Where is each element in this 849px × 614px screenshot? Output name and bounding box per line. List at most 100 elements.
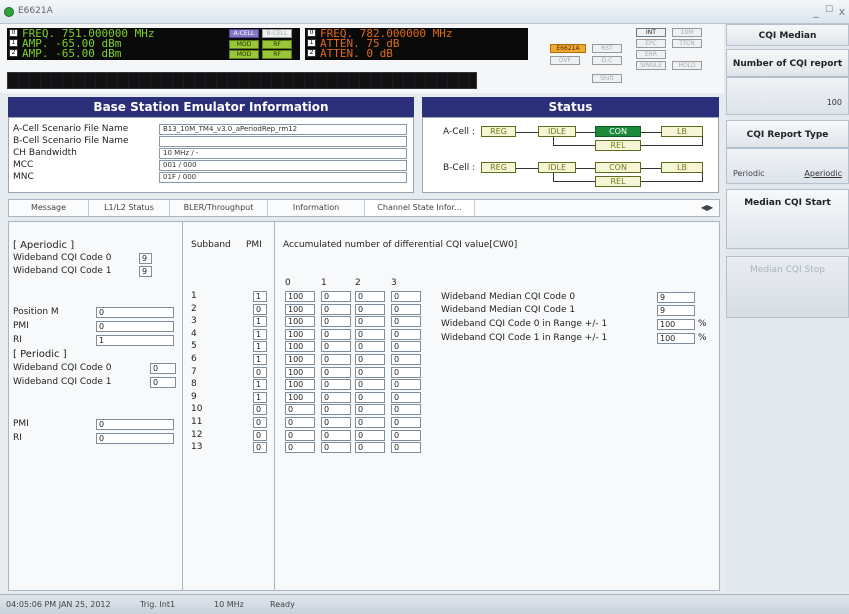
- subband-number: 9: [191, 392, 197, 402]
- tab-l1l2-status[interactable]: L1/L2 Status: [89, 200, 170, 216]
- rf-button-1[interactable]: RF: [262, 40, 292, 49]
- accum-cell: 0: [285, 442, 315, 453]
- a-cell-status-label: A-Cell :: [443, 127, 475, 137]
- accum-cell: 0: [391, 404, 421, 415]
- aperiodic-wb1-value: 9: [139, 266, 152, 277]
- periodic-wb0-label: Wideband CQI Code 0: [13, 363, 112, 373]
- num-cqi-report-value: 100: [826, 98, 842, 107]
- tab-bar: Message L1/L2 Status BLER/Throughput Inf…: [8, 199, 720, 217]
- subband-number: 12: [191, 430, 203, 440]
- accum-cell: 0: [321, 316, 351, 327]
- a-cell-rel-state: REL: [595, 140, 641, 151]
- subband-column: Subband PMI 1 1 2 0 3 1 4 1 5 1 6 1 7 0 8 1 9 1 10 0 11 0 12 0 1…: [187, 222, 275, 590]
- mod-button-1[interactable]: MOD: [229, 40, 259, 49]
- b-scenario-label: B-Cell Scenario File Name: [13, 136, 129, 146]
- accum-cell: 0: [321, 329, 351, 340]
- median-cqi-start-button[interactable]: Median CQI Start: [726, 189, 849, 249]
- channel-2-indicator: 2: [9, 49, 18, 57]
- cqi-report-type-button[interactable]: CQI Report Type: [726, 120, 849, 148]
- a-scenario-field[interactable]: B13_10M_TM4_v3.0_aPeriodRep_rm12: [159, 124, 407, 135]
- a-cell-reg-state: REG: [481, 126, 516, 137]
- mnc-field[interactable]: 01F / 000: [159, 172, 407, 183]
- accum-cell: 100: [285, 329, 315, 340]
- bandwidth-label: CH Bandwidth: [13, 148, 77, 158]
- report-type-aperiodic[interactable]: Aperiodic: [804, 169, 842, 178]
- status-datetime: 04:05:06 PM JAN 25, 2012: [6, 600, 111, 609]
- subband-pmi-value: 0: [253, 404, 267, 415]
- err-button[interactable]: ERR: [636, 50, 666, 59]
- accum-cell: 0: [355, 316, 385, 327]
- dc-button[interactable]: D.C: [592, 56, 622, 65]
- report-type-periodic[interactable]: Periodic: [733, 169, 765, 178]
- position-m-value: 0: [96, 307, 174, 318]
- ttcn-button[interactable]: TTCN: [672, 39, 702, 48]
- cqi-median-sidebar: CQI Median Number of CQI report 100 CQI …: [726, 24, 849, 591]
- accum-cell: 0: [321, 442, 351, 453]
- subband-pmi-value: 0: [253, 304, 267, 315]
- minimize-button[interactable]: _: [810, 5, 822, 18]
- accum-cell: 0: [391, 417, 421, 428]
- subband-pmi-value: 1: [253, 329, 267, 340]
- b-channel-1-indicator: 1: [307, 39, 316, 47]
- subband-pmi-value: 0: [253, 417, 267, 428]
- range-code1-value: 100: [657, 333, 695, 344]
- mod-button-2[interactable]: MOD: [229, 50, 259, 59]
- ovf-button[interactable]: OVF: [550, 56, 580, 65]
- close-button[interactable]: x: [836, 5, 848, 18]
- channel-1-indicator: 1: [9, 39, 18, 47]
- tab-scroll-arrows[interactable]: ◀▶: [695, 200, 719, 216]
- shift-button[interactable]: Shift: [592, 74, 622, 83]
- subband-number: 3: [191, 316, 197, 326]
- a-cell-button[interactable]: A-CELL: [229, 29, 259, 38]
- status-state: Ready: [270, 600, 295, 609]
- single-button[interactable]: SINGLE: [636, 61, 666, 70]
- hold-button[interactable]: HOLD: [672, 61, 702, 70]
- accum-cell: 0: [391, 329, 421, 340]
- num-cqi-report-button[interactable]: Number of CQI report: [726, 49, 849, 77]
- tab-message[interactable]: Message: [9, 200, 89, 216]
- subband-header: Subband: [191, 240, 231, 250]
- status-bar: 04:05:06 PM JAN 25, 2012 Trig. Int1 10 M…: [0, 594, 849, 614]
- b-cell-reg-state: REG: [481, 162, 516, 173]
- periodic-ri-value: 0: [96, 433, 174, 444]
- b-cell-status-label: B-Cell :: [443, 163, 476, 173]
- a-cell-lb-state: LB: [661, 126, 703, 137]
- accum-cell: 0: [285, 430, 315, 441]
- accum-cell: 0: [391, 367, 421, 378]
- bandwidth-field[interactable]: 10 MHz / -: [159, 148, 407, 159]
- accum-cell: 100: [285, 341, 315, 352]
- b-cell-button[interactable]: B-CELL: [262, 29, 292, 38]
- tab-bler-throughput[interactable]: BLER/Throughput: [170, 200, 268, 216]
- epc-button[interactable]: EPC: [636, 39, 666, 48]
- accum-cell: 0: [355, 392, 385, 403]
- accum-cell: 0: [355, 291, 385, 302]
- rf-button-2[interactable]: RF: [262, 50, 292, 59]
- range-code0-unit: %: [698, 319, 707, 329]
- aperiodic-ri-value: 1: [96, 335, 174, 346]
- pmi-header: PMI: [246, 240, 262, 250]
- b-cell-idle-state: IDLE: [538, 162, 576, 173]
- signal-strip: [7, 72, 477, 89]
- rst-button[interactable]: RST: [592, 44, 622, 53]
- e6621a-button[interactable]: E6621A: [550, 44, 586, 53]
- b-cell-lb-state: LB: [661, 162, 703, 173]
- 10m-button[interactable]: 10M: [672, 28, 702, 37]
- accum-cell: 100: [285, 379, 315, 390]
- status-trigger: Trig. Int1: [140, 600, 176, 609]
- tab-channel-state-info[interactable]: Channel State Infor...: [365, 200, 475, 216]
- median-cqi-stop-button[interactable]: Median CQI Stop: [726, 256, 849, 318]
- subband-number: 11: [191, 417, 203, 427]
- mcc-field[interactable]: 001 / 000: [159, 160, 407, 171]
- restore-button[interactable]: ☐: [823, 5, 835, 15]
- accum-cell: 100: [285, 316, 315, 327]
- accum-cell: 0: [391, 379, 421, 390]
- a-amp2-readout: AMP. -65.00 dBm: [22, 47, 122, 60]
- cqi-report-type-area: Periodic Aperiodic: [726, 148, 849, 184]
- status-panel: A-Cell : REG IDLE CON LB REL B-Cell : RE…: [422, 117, 719, 193]
- accumulated-cqi-area: Accumulated number of differential CQI v…: [279, 222, 719, 590]
- int-button[interactable]: INT: [636, 28, 666, 37]
- tab-information[interactable]: Information: [268, 200, 365, 216]
- b-scenario-field[interactable]: [159, 136, 407, 147]
- accum-cell: 0: [321, 430, 351, 441]
- accum-cell: 0: [391, 442, 421, 453]
